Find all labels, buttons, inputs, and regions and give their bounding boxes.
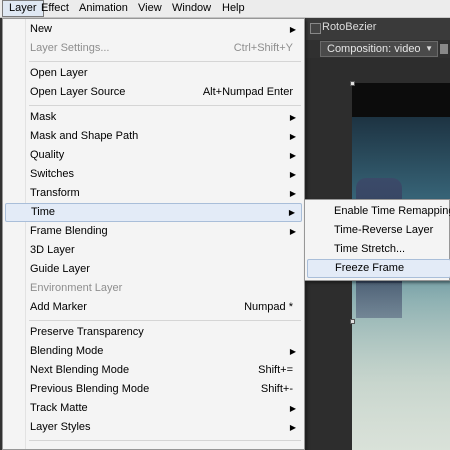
submenu-arrow-icon: ▶: [289, 347, 296, 356]
menu-item-label: Track Matte: [30, 402, 88, 414]
submenu-arrow-icon: ▶: [289, 151, 296, 160]
submenu-item-label: Freeze Frame: [335, 262, 405, 274]
menu-item-layer-styles[interactable]: Layer Styles ▶: [5, 418, 302, 437]
menu-item-next-blending-mode[interactable]: Next Blending Mode Shift+=: [5, 361, 302, 380]
menu-item-label: Previous Blending Mode: [30, 383, 150, 395]
menu-item-label: Preserve Transparency: [30, 326, 144, 338]
dropdown-arrow-icon[interactable]: ▼: [425, 42, 433, 56]
panel-menu-icon[interactable]: [440, 44, 448, 54]
rotobezier-label: RotoBezier: [322, 21, 377, 33]
menu-item-quality[interactable]: Quality ▶: [5, 146, 302, 165]
menu-item-label: Open Layer Source: [30, 86, 126, 98]
menu-item-new[interactable]: New ▶: [5, 20, 302, 39]
menu-item-switches[interactable]: Switches ▶: [5, 165, 302, 184]
submenu-arrow-icon: ▶: [289, 404, 296, 413]
submenu-item-label: Time-Reverse Layer: [334, 224, 434, 236]
layer-handle-top-left[interactable]: [350, 81, 355, 86]
menu-item-add-marker[interactable]: Add Marker Numpad *: [5, 298, 302, 317]
menu-bar: Layer Effect Animation View Window Help: [0, 0, 450, 18]
menu-item-label: 3D Layer: [30, 244, 75, 256]
menu-item-shortcut: Shift+-: [260, 383, 293, 395]
menu-separator: [29, 440, 301, 441]
submenu-item-label: Enable Time Remapping: [334, 205, 450, 217]
submenu-arrow-icon: ▶: [289, 423, 296, 432]
menu-help[interactable]: Help: [216, 0, 251, 17]
menu-view[interactable]: View: [132, 0, 168, 17]
menu-item-shortcut: Alt+Numpad Enter: [202, 86, 293, 98]
menu-item-label: Guide Layer: [30, 263, 90, 275]
menu-item-time[interactable]: Time ▶: [5, 203, 302, 222]
submenu-item-freeze-frame[interactable]: Freeze Frame: [307, 259, 450, 278]
menu-item-track-matte[interactable]: Track Matte ▶: [5, 399, 302, 418]
menu-separator: [29, 61, 301, 62]
submenu-item-time-reverse-layer[interactable]: Time-Reverse Layer: [307, 221, 450, 240]
menu-item-shortcut: Numpad *: [244, 301, 293, 313]
menu-item-label: Mask: [30, 111, 57, 123]
menu-item-blending-mode[interactable]: Blending Mode ▶: [5, 342, 302, 361]
menu-item-label: Transform: [30, 187, 80, 199]
menu-item-label: Time: [31, 206, 56, 218]
submenu-arrow-icon: ▶: [289, 227, 296, 236]
menu-item-open-layer[interactable]: Open Layer: [5, 64, 302, 83]
layer-handle-mid-left[interactable]: [350, 319, 355, 324]
submenu-arrow-icon: ▶: [289, 170, 296, 179]
menu-item-shortcut: Ctrl+Shift+Y: [233, 42, 293, 54]
submenu-arrow-icon: ▶: [289, 113, 296, 122]
submenu-arrow-icon: ▶: [288, 208, 295, 217]
composition-tab-label: Composition: video: [327, 43, 421, 55]
time-submenu: Enable Time Remapping Time-Reverse Layer…: [304, 199, 450, 281]
menu-item-label: Switches: [30, 168, 75, 180]
menu-item-label: Quality: [30, 149, 65, 161]
menu-separator: [29, 105, 301, 106]
menu-item-layer-settings[interactable]: Layer Settings... Ctrl+Shift+Y: [5, 39, 302, 58]
menu-separator: [29, 320, 301, 321]
menu-item-label: Next Blending Mode: [30, 364, 130, 376]
menu-item-label: Environment Layer: [30, 282, 123, 294]
menu-item-label: New: [30, 23, 53, 35]
submenu-item-enable-time-remapping[interactable]: Enable Time Remapping: [307, 202, 450, 221]
submenu-arrow-icon: ▶: [289, 25, 296, 34]
menu-item-environment-layer[interactable]: Environment Layer: [5, 279, 302, 298]
menu-item-shortcut: Shift+=: [258, 364, 293, 376]
submenu-item-label: Time Stretch...: [334, 243, 406, 255]
menu-item-preserve-transparency[interactable]: Preserve Transparency: [5, 323, 302, 342]
menu-item-guide-layer[interactable]: Guide Layer: [5, 260, 302, 279]
menu-effect[interactable]: Effect: [35, 0, 75, 17]
video-floor: [352, 283, 450, 450]
menu-item-label: Blending Mode: [30, 345, 104, 357]
menu-item-label: Add Marker: [30, 301, 87, 313]
menu-item-mask[interactable]: Mask ▶: [5, 108, 302, 127]
menu-item-label: Frame Blending: [30, 225, 108, 237]
submenu-arrow-icon: ▶: [289, 189, 296, 198]
menu-window[interactable]: Window: [166, 0, 217, 17]
menu-item-3d-layer[interactable]: 3D Layer: [5, 241, 302, 260]
menu-item-mask-and-shape-path[interactable]: Mask and Shape Path ▶: [5, 127, 302, 146]
submenu-arrow-icon: ▶: [289, 132, 296, 141]
menu-item-open-layer-source[interactable]: Open Layer Source Alt+Numpad Enter: [5, 83, 302, 102]
menu-item-frame-blending[interactable]: Frame Blending ▶: [5, 222, 302, 241]
composition-tab[interactable]: Composition: video ▼: [320, 41, 438, 57]
menu-item-label: Layer Settings...: [30, 42, 110, 54]
menu-item-label: Mask and Shape Path: [30, 130, 139, 142]
layer-menu: New ▶ Layer Settings... Ctrl+Shift+Y Ope…: [2, 18, 305, 450]
menu-item-label: Open Layer: [30, 67, 88, 79]
menu-item-label: Layer Styles: [30, 421, 91, 433]
menu-item-transform[interactable]: Transform ▶: [5, 184, 302, 203]
menu-animation[interactable]: Animation: [73, 0, 134, 17]
menu-item-previous-blending-mode[interactable]: Previous Blending Mode Shift+-: [5, 380, 302, 399]
rotobezier-checkbox[interactable]: [310, 23, 321, 34]
submenu-item-time-stretch[interactable]: Time Stretch...: [307, 240, 450, 259]
